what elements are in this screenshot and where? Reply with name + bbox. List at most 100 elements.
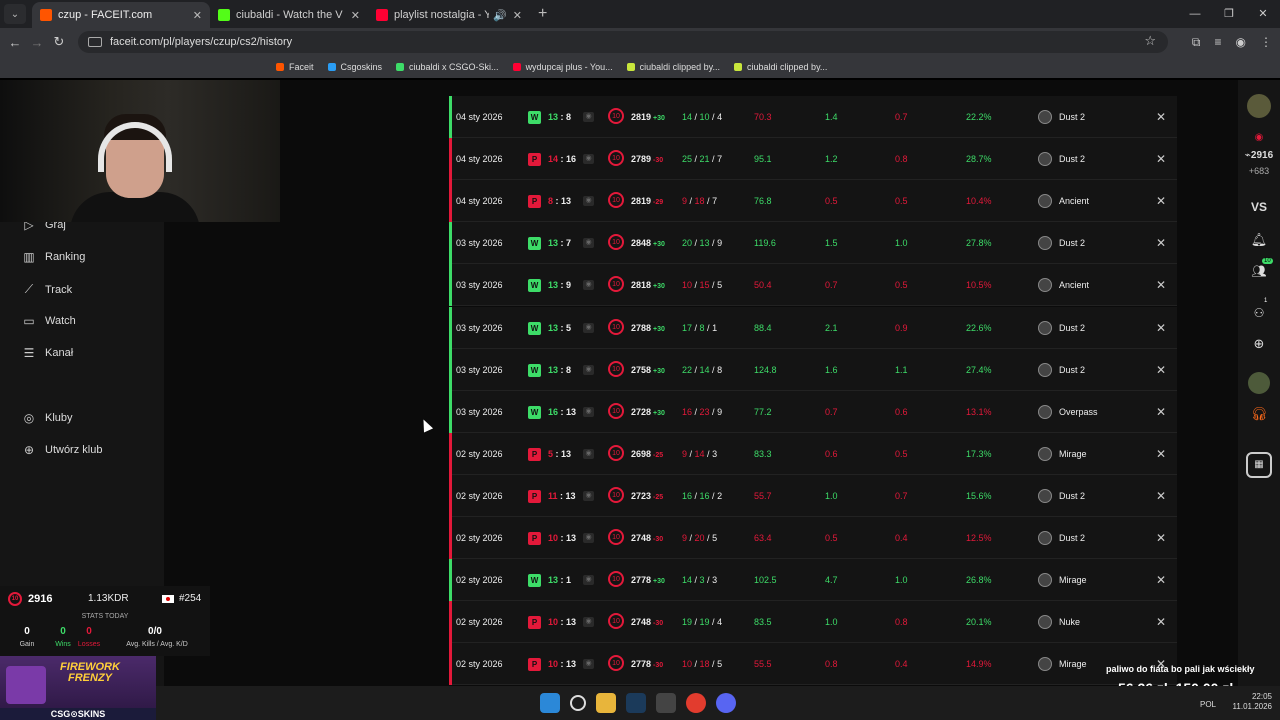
sidebar-item-track[interactable]: ⟋ Track [22,282,72,297]
tab-kick[interactable]: ciubaldi - Watch the VOD on Ki ✕ [210,2,368,28]
close-icon[interactable]: ✕ [351,9,360,22]
eye-icon[interactable]: ◉ [583,238,594,249]
search-icon[interactable] [570,695,586,711]
chip-icon[interactable]: ▦ [1238,452,1280,478]
collapse-icon[interactable]: ✕ [1156,559,1166,601]
bookmark-ciubaldi[interactable]: ciubaldi x CSGO-Ski... [396,62,499,72]
file-explorer-icon[interactable] [596,693,616,713]
match-date: 04 sty 2026 [456,112,503,122]
match-row[interactable]: 02 sty 2026 W 13 : 1 ◉ 10 2778 +30 14 / 3… [449,559,1177,602]
add-icon[interactable]: ⊕ [1238,336,1280,352]
match-row[interactable]: 04 sty 2026 P 8 : 13 ◉ 10 2819 -29 9 / 18… [449,180,1177,223]
collapse-icon[interactable]: ✕ [1156,96,1166,138]
discord-icon[interactable] [716,693,736,713]
bookmark-clip-1[interactable]: ciubaldi clipped by... [626,62,720,72]
friend-avatar[interactable] [1238,372,1280,397]
tab-search-button[interactable]: ⌄ [4,4,26,24]
sidebar-item-watch[interactable]: ▭ Watch [22,314,75,328]
profile-icon[interactable]: ◉ [1236,35,1246,49]
collapse-icon[interactable]: ✕ [1156,307,1166,349]
bell-icon[interactable]: 🔔︎ [1238,232,1280,248]
bookmark-clip-2[interactable]: ciubaldi clipped by... [734,62,827,72]
match-row[interactable]: 02 sty 2026 P 10 : 13 ◉ 10 2748 -30 19 / … [449,601,1177,644]
match-row[interactable]: 03 sty 2026 W 13 : 8 ◉ 10 2758 +30 22 / 1… [449,348,1177,391]
result-stripe [449,138,452,181]
eye-icon[interactable]: ◉ [583,575,594,586]
tab-youtube[interactable]: playlist nostalgia - YouTube 🔊 ✕ [368,2,530,28]
back-icon[interactable]: ← [4,35,26,50]
collapse-icon[interactable]: ✕ [1156,517,1166,559]
settings-icon[interactable] [656,693,676,713]
clock[interactable]: 22:05 11.01.2026 [1233,692,1272,712]
match-row[interactable]: 03 sty 2026 W 13 : 5 ◉ 10 2788 +30 17 / 8… [449,306,1177,349]
extensions-icon[interactable]: ⧉ [1192,35,1201,50]
headset-icon[interactable]: 🎧︎ [1238,406,1280,422]
forward-icon[interactable]: → [26,35,48,50]
match-row[interactable]: 02 sty 2026 P 10 : 13 ◉ 10 2778 -30 10 / … [449,643,1177,686]
eye-icon[interactable]: ◉ [583,322,594,333]
chrome-icon[interactable] [686,693,706,713]
collapse-icon[interactable]: ✕ [1156,349,1166,391]
sidebar-item-kluby[interactable]: ◎ Kluby [22,411,73,425]
sidebar-item-kanal[interactable]: ☰ Kanał [22,346,74,360]
eye-icon[interactable]: ◉ [583,280,594,291]
score-b: 1 [566,575,572,586]
eye-icon[interactable]: ◉ [583,154,594,165]
eye-icon[interactable]: ◉ [583,196,594,207]
party-icon[interactable]: ⚇ 1 [1238,298,1280,320]
site-info-icon[interactable] [88,37,102,47]
collapse-icon[interactable]: ✕ [1156,138,1166,180]
friends-icon[interactable]: 👥︎ 10 [1238,258,1280,278]
collapse-icon[interactable]: ✕ [1156,433,1166,475]
eye-icon[interactable]: ◉ [583,533,594,543]
bookmark-csgoskins[interactable]: Csgoskins [327,62,382,72]
close-icon[interactable]: ✕ [513,9,522,22]
match-row[interactable]: 02 sty 2026 P 11 : 13 ◉ 10 2723 -25 16 / … [449,474,1177,517]
eye-icon[interactable]: ◉ [583,448,594,459]
sidebar-item-ranking[interactable]: ▥ Ranking [22,250,85,264]
eye-icon[interactable]: ◉ [583,406,594,417]
match-row[interactable]: 04 sty 2026 W 13 : 8 ◉ 10 2819 +30 14 / 1… [449,96,1177,138]
match-row[interactable]: 03 sty 2026 W 13 : 9 ◉ 10 2818 +30 10 / 1… [449,264,1177,307]
eye-icon[interactable]: ◉ [583,112,594,122]
collapse-icon[interactable]: ✕ [1156,264,1166,306]
collapse-icon[interactable]: ✕ [1156,475,1166,517]
match-elo: 2748 -30 [631,601,663,643]
language-indicator[interactable]: POL [1200,700,1216,709]
collapse-icon[interactable]: ✕ [1156,180,1166,222]
bookmark-youtube[interactable]: wydupcaj plus - You... [512,62,613,72]
menu-icon[interactable]: ⋮ [1260,35,1272,49]
eye-icon[interactable]: ◉ [583,364,594,375]
close-window-icon[interactable]: ✕ [1246,0,1280,28]
collapse-icon[interactable]: ✕ [1156,222,1166,264]
vs-button[interactable]: VS [1238,200,1280,214]
sidebar-item-utworz-klub[interactable]: ⊕ Utwórz klub [22,443,103,457]
new-tab-button[interactable]: + [538,5,547,23]
match-row[interactable]: 02 sty 2026 P 5 : 13 ◉ 10 2698 -25 9 / 14… [449,432,1177,475]
speaker-icon[interactable]: 🔊 [493,9,507,22]
match-row[interactable]: 03 sty 2026 W 13 : 7 ◉ 10 2848 +30 20 / 1… [449,222,1177,265]
reload-icon[interactable]: ↻ [48,34,70,50]
score-b: 5 [566,322,572,333]
tab-faceit[interactable]: czup - FACEIT.com ✕ [32,2,210,28]
close-icon[interactable]: ✕ [193,9,202,22]
bookmark-star-icon[interactable]: ☆ [1144,33,1156,49]
match-row[interactable]: 02 sty 2026 P 10 : 13 ◉ 10 2748 -30 9 / 2… [449,517,1177,559]
eye-icon[interactable]: ◉ [583,659,594,670]
steam-icon[interactable] [626,693,646,713]
eye-icon[interactable]: ◉ [583,617,594,628]
match-elo: 2758 +30 [631,349,665,391]
collapse-icon[interactable]: ✕ [1156,601,1166,643]
match-row[interactable]: 04 sty 2026 P 14 : 16 ◉ 10 2789 -30 25 / … [449,138,1177,181]
minimize-icon[interactable]: — [1178,0,1212,28]
match-row[interactable]: 03 sty 2026 W 16 : 13 ◉ 10 2728 +30 16 / … [449,390,1177,433]
bookmark-faceit[interactable]: Faceit [276,62,314,72]
restore-icon[interactable]: ❐ [1212,0,1246,28]
start-icon[interactable] [540,693,560,713]
media-icon[interactable]: ≡ [1215,35,1222,49]
eye-icon[interactable]: ◉ [583,490,594,501]
collapse-icon[interactable]: ✕ [1156,391,1166,433]
url-field[interactable]: faceit.com/pl/players/czup/cs2/history ☆ [78,31,1168,53]
score-a: 10 [548,617,559,628]
avatar[interactable] [1238,94,1280,121]
